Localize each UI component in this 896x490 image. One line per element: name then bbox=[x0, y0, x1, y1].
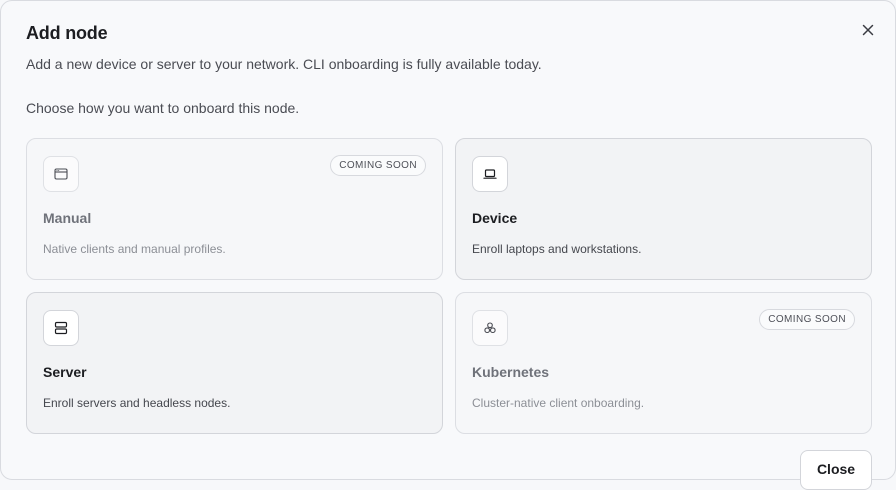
add-node-dialog: Add node Add a new device or server to y… bbox=[0, 0, 896, 490]
option-name: Server bbox=[43, 364, 87, 380]
option-description: Native clients and manual profiles. bbox=[43, 242, 226, 256]
close-button[interactable]: Close bbox=[800, 450, 872, 490]
option-description: Cluster-native client onboarding. bbox=[472, 396, 645, 410]
option-description: Enroll servers and headless nodes. bbox=[43, 396, 231, 410]
option-name: Kubernetes bbox=[472, 364, 550, 380]
option-card-manual[interactable]: COMING SOON Manual Native clients and ma… bbox=[26, 138, 443, 280]
option-card-device[interactable]: Device Enroll laptops and workstations. bbox=[455, 138, 872, 280]
dialog-prompt: Choose how you want to onboard this node… bbox=[26, 100, 300, 116]
dialog-subtitle: Add a new device or server to your netwo… bbox=[26, 56, 542, 72]
coming-soon-badge: COMING SOON bbox=[330, 155, 426, 176]
coming-soon-badge: COMING SOON bbox=[759, 309, 855, 330]
option-name: Device bbox=[472, 210, 518, 226]
option-name: Manual bbox=[43, 210, 92, 226]
cluster-icon bbox=[472, 310, 508, 346]
laptop-icon bbox=[472, 156, 508, 192]
browser-window-icon bbox=[43, 156, 79, 192]
dialog-title: Add node bbox=[26, 23, 108, 43]
option-card-kubernetes[interactable]: COMING SOON Kubernetes Cluster-native cl… bbox=[455, 292, 872, 434]
close-icon[interactable] bbox=[855, 17, 881, 43]
server-icon bbox=[43, 310, 79, 346]
option-description: Enroll laptops and workstations. bbox=[472, 242, 642, 256]
option-card-server[interactable]: Server Enroll servers and headless nodes… bbox=[26, 292, 443, 434]
